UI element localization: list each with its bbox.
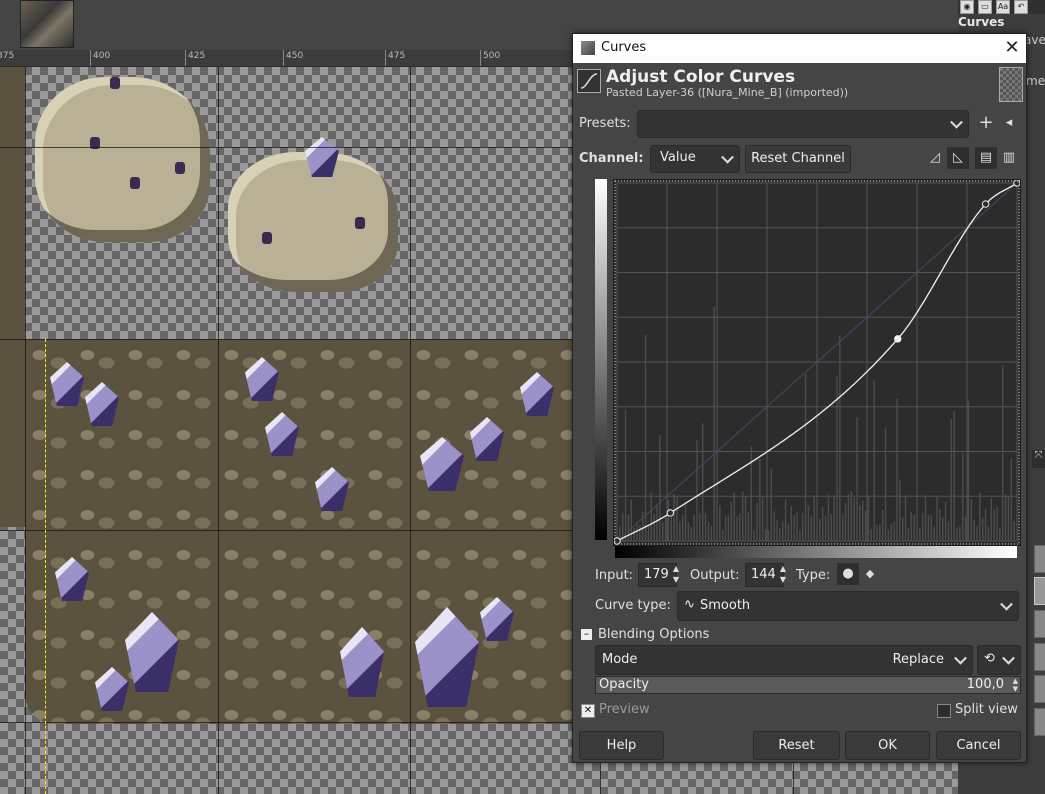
close-icon[interactable]: ✕ [1001, 37, 1023, 59]
layer-thumb[interactable] [1034, 643, 1045, 671]
spin-arrows-icon[interactable]: ▲ ▼ [777, 563, 789, 585]
preview-checkbox[interactable]: ✕ [581, 704, 595, 718]
help-button[interactable]: Help [579, 731, 664, 760]
ruler-tick: 400 [90, 50, 110, 66]
preview-label: Preview [599, 702, 650, 717]
chevron-down-icon [1002, 651, 1015, 665]
grid-line [218, 67, 219, 794]
opacity-label: Opacity [599, 677, 650, 692]
image-tab-thumbnail[interactable] [20, 0, 74, 48]
channel-combo[interactable]: Value [650, 145, 740, 173]
layer-boundary [45, 339, 46, 794]
cave-wall-strip [0, 67, 25, 527]
channel-value: Value [660, 150, 696, 165]
view-mode-alt-icon[interactable]: ▥ [998, 147, 1020, 169]
gem-sprite [262, 232, 272, 244]
channel-label: Channel: [579, 151, 644, 166]
grid-line [25, 67, 26, 794]
dock-expand-icon[interactable]: ⤧ [1032, 450, 1045, 468]
header-subtitle: Pasted Layer-36 ([Nura_Mine_B] (imported… [606, 86, 849, 99]
spin-arrows-icon[interactable]: ▲ ▼ [1013, 677, 1018, 693]
split-view-label: Split view [955, 702, 1018, 717]
composite-icon: ⟲ [984, 651, 995, 666]
smooth-point-icon[interactable]: ● [837, 563, 859, 585]
dock-partial-text: ave [1024, 33, 1045, 47]
ruler-tick: 375 [0, 50, 14, 66]
dialog-titlebar[interactable]: Curves ✕ [573, 34, 1026, 63]
output-gradient-bar [595, 179, 607, 540]
opacity-slider[interactable]: Opacity 100,0 ▲ ▼ [595, 676, 1021, 694]
collapse-icon[interactable]: – [581, 628, 592, 640]
dock-title: Curves [958, 15, 1005, 29]
presets-label: Presets: [579, 116, 631, 131]
curves-icon [577, 69, 601, 93]
dock-partial-text: men [1026, 74, 1045, 88]
mode-combo[interactable]: Mode Replace [595, 645, 973, 675]
smooth-curve-icon: ∿ [684, 597, 695, 612]
ok-button[interactable]: OK [845, 731, 930, 760]
input-value: 179 [644, 567, 669, 582]
chevron-down-icon [954, 651, 967, 665]
layer-thumb[interactable] [1034, 708, 1045, 736]
corner-point-icon[interactable]: ◆ [859, 563, 881, 585]
gem-sprite [175, 162, 185, 174]
curve-control-point[interactable] [894, 335, 902, 343]
ruler-tick: 500 [480, 50, 500, 66]
gem-sprite [355, 217, 365, 229]
text-tab-icon[interactable]: Aa [996, 0, 1010, 14]
view-mode-icon[interactable]: ▤ [975, 147, 997, 169]
layer-thumb[interactable] [1034, 577, 1045, 605]
curves-graph[interactable] [613, 179, 1021, 546]
device-status-tab-icon[interactable]: ▭ [978, 0, 992, 14]
chevron-down-icon [721, 150, 734, 164]
curve-control-point[interactable] [981, 200, 990, 208]
layer-preview-thumbnail [999, 67, 1023, 102]
gem-sprite [110, 77, 120, 89]
add-preset-icon[interactable]: + [975, 112, 997, 134]
type-label: Type: [796, 568, 831, 583]
preset-menu-icon[interactable]: ◂ [998, 112, 1020, 134]
grid-line [410, 67, 411, 794]
ruler-tick: 450 [283, 50, 303, 66]
opacity-value: 100,0 [966, 677, 1004, 692]
spin-arrows-icon[interactable]: ▲ ▼ [670, 563, 682, 585]
ruler-tick: 475 [385, 50, 405, 66]
reset-button[interactable]: Reset [753, 731, 840, 760]
layer-thumb[interactable] [1034, 545, 1045, 573]
input-label: Input: [595, 568, 634, 583]
gimp-app-icon [581, 41, 595, 55]
curve-type-combo[interactable]: ∿ Smooth [677, 591, 1019, 621]
layer-thumb[interactable] [1034, 675, 1045, 703]
curve-control-point[interactable] [666, 509, 675, 517]
dialog-title: Curves [601, 40, 647, 55]
reset-channel-button[interactable]: Reset Channel [745, 145, 851, 173]
curve-plot[interactable] [613, 179, 1021, 545]
chevron-down-icon [1000, 597, 1013, 611]
cancel-button[interactable]: Cancel [936, 731, 1021, 760]
input-gradient-bar [615, 546, 1017, 558]
layer-thumb[interactable] [1034, 610, 1045, 638]
dock-tab-bar: ◉ ▭ Aa ↶ [958, 0, 1045, 14]
undo-tab-icon[interactable]: ↶ [1014, 0, 1028, 14]
curves-dialog: Curves ✕ Adjust Color Curves Pasted Laye… [572, 33, 1027, 763]
composite-mode-combo[interactable]: ⟲ [977, 645, 1021, 675]
curve-type-value: Smooth [700, 598, 751, 613]
split-view-checkbox[interactable] [937, 704, 951, 718]
gem-sprite [130, 177, 140, 189]
tool-options-tab-icon[interactable]: ◉ [960, 0, 974, 14]
output-value: 144 [751, 567, 776, 582]
output-label: Output: [690, 568, 740, 583]
mode-label: Mode [602, 652, 638, 667]
blending-options-label[interactable]: Blending Options [598, 627, 709, 642]
ruler-tick: 425 [185, 50, 205, 66]
opacity-fill [596, 677, 1020, 693]
chevron-down-icon [950, 115, 963, 129]
header-title: Adjust Color Curves [606, 67, 796, 87]
log-histogram-icon[interactable]: ◺ [947, 147, 969, 169]
presets-combo[interactable] [637, 110, 969, 138]
boulder-sprite [35, 77, 210, 242]
mode-value: Replace [892, 652, 944, 667]
curve-type-label: Curve type: [595, 598, 671, 613]
linear-histogram-icon[interactable]: ◿ [924, 147, 946, 169]
